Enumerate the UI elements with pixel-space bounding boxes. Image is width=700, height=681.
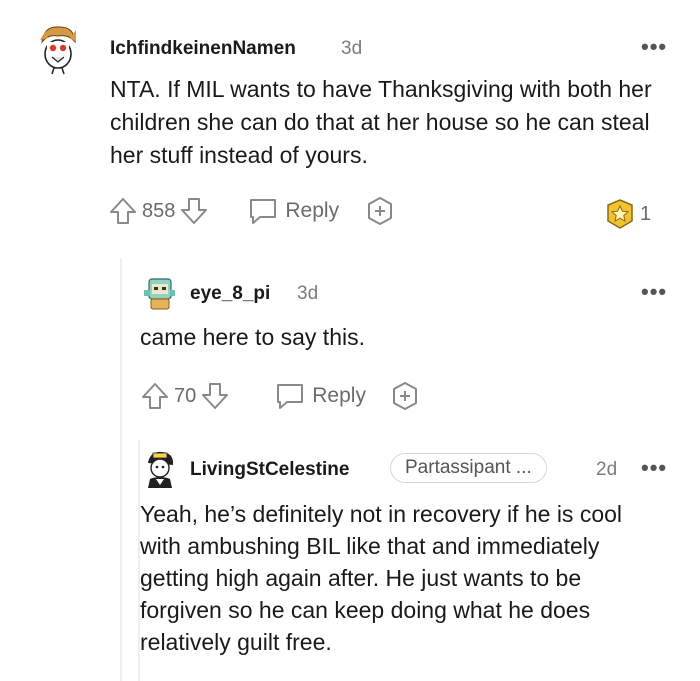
downvote-icon	[181, 198, 208, 224]
upvote-button[interactable]	[140, 381, 170, 411]
reply-button[interactable]: Reply	[274, 381, 366, 411]
more-options-icon[interactable]: •••	[641, 34, 667, 60]
comment-age[interactable]: 2d	[596, 459, 617, 481]
avatar-icon	[148, 451, 174, 488]
avatar[interactable]	[34, 20, 82, 76]
reply-button[interactable]: Reply	[247, 196, 339, 226]
comment-body: NTA. If MIL wants to have Thanksgiving w…	[110, 76, 652, 168]
comment-actions: 70 Reply	[140, 381, 420, 411]
avatar[interactable]	[141, 275, 177, 311]
avatar-icon	[144, 278, 175, 310]
reply-label: Reply	[312, 384, 366, 407]
vote-count: 70	[174, 384, 197, 407]
upvote-button[interactable]	[108, 196, 138, 226]
comment-age[interactable]: 3d	[341, 38, 362, 60]
comment-author[interactable]: eye_8_pi	[190, 283, 270, 305]
comment-author[interactable]: LivingStCelestine	[190, 459, 349, 481]
upvote-icon	[142, 383, 168, 409]
comment-bubble-icon	[277, 384, 304, 409]
add-award-icon	[392, 382, 417, 410]
give-award-button[interactable]	[365, 196, 395, 226]
downvote-button[interactable]	[200, 381, 230, 411]
comment-age[interactable]: 3d	[297, 283, 318, 305]
award-badge[interactable]: 1	[604, 198, 655, 230]
comment-body: Yeah, he’s definitely not in recovery if…	[140, 501, 623, 655]
award-count: 1	[640, 202, 652, 225]
give-award-button[interactable]	[390, 381, 420, 411]
more-options-icon[interactable]: •••	[641, 279, 667, 305]
comment-author[interactable]: IchfindkeinenNamen	[110, 38, 296, 60]
star-award-icon	[607, 199, 633, 229]
avatar-icon	[40, 26, 76, 75]
thread-line-level1[interactable]	[120, 258, 122, 681]
comment-body: came here to say this.	[140, 324, 365, 350]
downvote-icon	[202, 383, 229, 409]
comment-actions: 858 Reply	[108, 196, 395, 226]
reply-label: Reply	[285, 199, 340, 222]
downvote-button[interactable]	[179, 196, 209, 226]
add-award-icon	[368, 197, 393, 225]
vote-count: 858	[142, 199, 176, 222]
more-options-icon[interactable]: •••	[641, 455, 667, 481]
avatar[interactable]	[142, 449, 178, 489]
user-flair[interactable]: Partassipant ...	[390, 453, 547, 483]
upvote-icon	[110, 198, 136, 224]
comment-bubble-icon	[250, 199, 277, 224]
